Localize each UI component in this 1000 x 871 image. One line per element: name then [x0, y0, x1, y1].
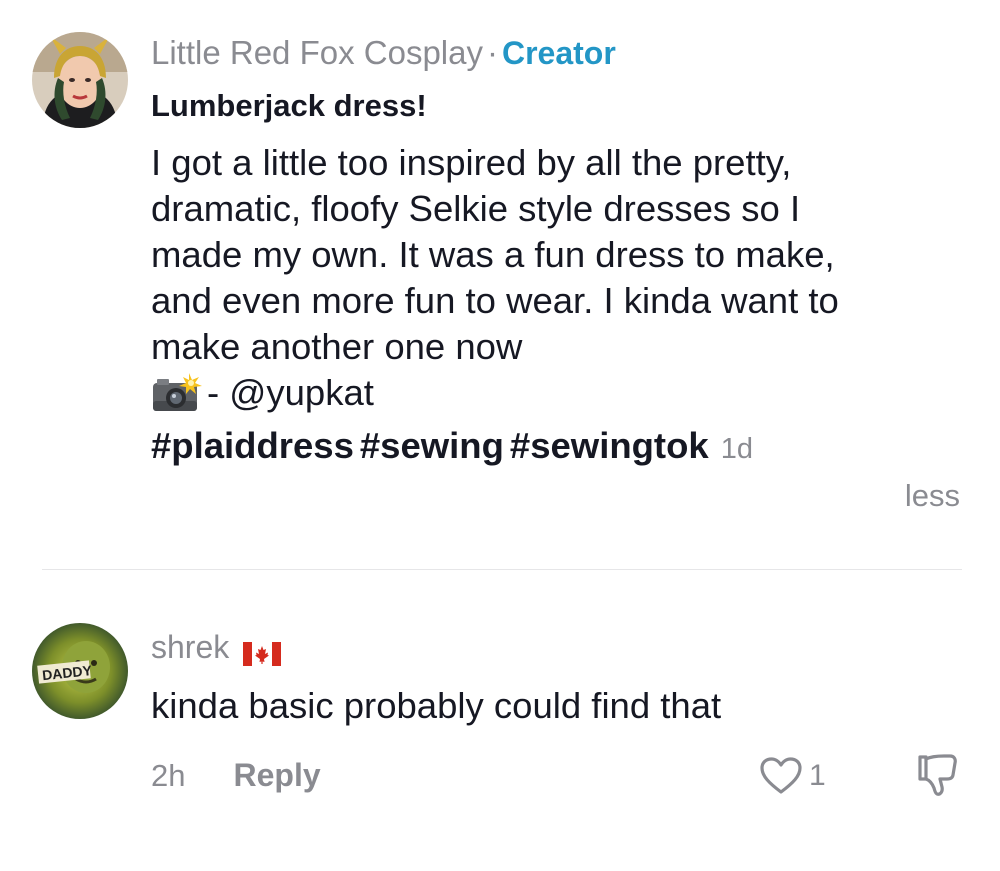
like-count: 1: [809, 759, 826, 792]
credit-text: - @yupkat: [207, 372, 374, 413]
commenter-name-row: shrek: [151, 627, 282, 667]
comment-meta: 2h Reply: [151, 755, 321, 796]
dislike-icon[interactable]: [914, 751, 962, 799]
less-toggle[interactable]: less: [905, 476, 960, 516]
camera-with-flash-icon: [151, 371, 203, 415]
creator-avatar[interactable]: [32, 32, 128, 128]
post-body-line: made my own. It was a fun dress to make,: [151, 234, 835, 275]
post-body-line: I got a little too inspired by all the p…: [151, 142, 792, 183]
creator-badge: Creator: [501, 35, 616, 71]
comment-text: kinda basic probably could find that: [151, 685, 722, 726]
post-timestamp: 1d: [720, 433, 753, 465]
comment-timestamp: 2h: [151, 758, 186, 793]
hashtag-link[interactable]: #plaiddress: [151, 425, 354, 466]
hashtag-line: #plaiddress #sewing #sewingtok 1d: [151, 423, 753, 472]
post-body: I got a little too inspired by all the p…: [151, 140, 971, 370]
reply-button[interactable]: Reply: [233, 757, 320, 793]
canada-flag-icon: [243, 635, 282, 666]
commenter-avatar[interactable]: DADDY: [32, 623, 128, 719]
post-header: Little Red Fox Cosplay · Creator: [151, 33, 616, 73]
post-title: Lumberjack dress!: [151, 88, 427, 123]
heart-icon: [760, 757, 802, 794]
hashtag-link[interactable]: #sewingtok: [510, 425, 709, 466]
like-button[interactable]: 1: [759, 754, 826, 798]
hashtag-link[interactable]: #sewing: [360, 425, 504, 466]
comment-divider: [42, 569, 962, 570]
post-body-line: and even more fun to wear. I kinda want …: [151, 280, 839, 321]
photo-credit: - @yupkat: [151, 370, 374, 416]
post-body-line: dramatic, floofy Selkie style dresses so…: [151, 188, 801, 229]
commenter-name[interactable]: shrek: [151, 627, 229, 667]
header-separator: ·: [486, 34, 498, 71]
creator-name[interactable]: Little Red Fox Cosplay: [151, 34, 483, 71]
post-body-line: make another one now: [151, 326, 523, 367]
